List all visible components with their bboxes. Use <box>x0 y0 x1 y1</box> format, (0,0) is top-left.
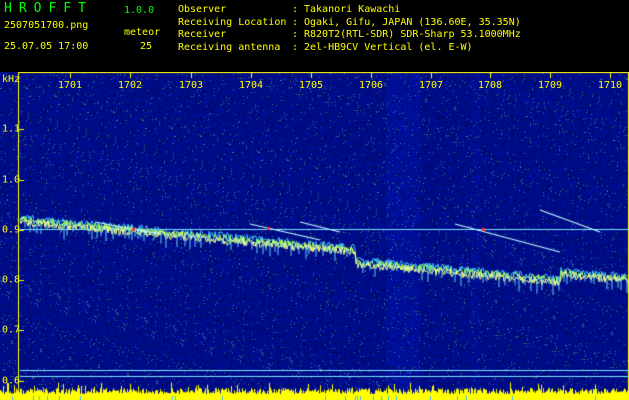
x-tick-label: 1707 <box>418 80 444 91</box>
x-tick-label: 1704 <box>238 80 264 91</box>
hrofft-window: HROFFT 1.0.0 2507051700.png meteor 25.07… <box>0 0 629 400</box>
spectrogram-canvas <box>0 72 629 400</box>
info-row-observer: Observer: Takanori Kawachi <box>178 4 401 15</box>
x-tick-label: 1709 <box>537 80 563 91</box>
app-title: HROFFT <box>4 1 93 16</box>
x-tick-label: 1703 <box>178 80 204 91</box>
info-label: Receiver <box>178 29 227 40</box>
y-tick-label: 1.0 <box>2 174 21 186</box>
info-row-location: Receiving Location: Ogaki, Gifu, JAPAN (1… <box>178 16 521 28</box>
y-tick-label: 0.8 <box>2 274 21 286</box>
y-tick-label: 0.9 <box>2 224 21 236</box>
info-value: R820T2(RTL-SDR) SDR-Sharp 53.1000MHz <box>304 29 521 40</box>
info-row-antenna: Receiving antenna:2el-HB9CV Vertical (el… <box>178 41 473 53</box>
info-label: Observer <box>178 4 227 15</box>
info-label: Receiving Location <box>178 16 287 28</box>
info-value: 2el-HB9CV Vertical (el. E-W) <box>304 41 473 53</box>
info-value: Takanori Kawachi <box>304 4 401 15</box>
app-version: 1.0.0 <box>124 5 155 16</box>
y-tick-label: 1.1 <box>2 123 21 135</box>
x-tick-label: 1710 <box>597 80 623 91</box>
y-axis-unit: kHz <box>2 74 21 85</box>
meteor-label: meteor <box>124 27 161 38</box>
file-name: 2507051700.png <box>4 20 89 31</box>
x-tick-label: 1706 <box>358 80 384 91</box>
x-tick-label: 1702 <box>117 80 143 91</box>
y-tick-label: 0.7 <box>2 324 21 336</box>
x-tick-label: 1708 <box>477 80 503 91</box>
meteor-count: 25 <box>140 41 153 52</box>
info-row-receiver: Receiver: R820T2(RTL-SDR) SDR-Sharp 53.10… <box>178 29 521 40</box>
file-datetime: 25.07.05 17:00 <box>4 41 89 52</box>
x-tick-label: 1701 <box>57 80 83 91</box>
station-info: Observer: Takanori Kawachi Receiving Loca… <box>178 4 521 54</box>
info-label: Receiving antenna <box>178 41 281 53</box>
x-tick-label: 1705 <box>298 80 324 91</box>
y-tick-label: 0.6 <box>2 375 21 387</box>
info-value: Ogaki, Gifu, JAPAN (136.60E, 35.35N) <box>304 16 521 28</box>
